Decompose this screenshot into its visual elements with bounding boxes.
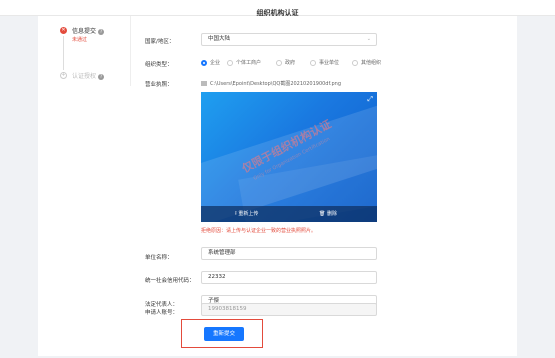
step-status: 未通过 — [72, 37, 88, 43]
applicant-label: 申请人账号： — [145, 310, 179, 316]
reject-reason: 拒绝原因：请上传与认证企业一致的营业执照照片。 — [201, 228, 317, 234]
license-preview: 仅限于组织机构认证 Only for Organization Certific… — [201, 92, 377, 222]
step-label: 信息提交 — [72, 28, 97, 35]
plus-icon: + — [60, 72, 67, 79]
radio-individual[interactable]: 个体工商户 — [227, 59, 261, 66]
applicant-input: 19903818159 — [201, 303, 377, 316]
delete-button[interactable]: 🗑 删除 — [319, 206, 337, 222]
x-mark-icon: ✕ — [60, 27, 67, 34]
file-name[interactable]: C:\Users\Epoint\Desktop\QQ截图20210201900d… — [201, 80, 341, 87]
credit-code-input[interactable]: 22332 — [201, 271, 377, 284]
company-name-input[interactable]: 系统管理部 — [201, 247, 377, 260]
main-card: ✕ 信息提交? 未通过 + 认证授权? 国家/地区： 中国大陆 ⌄ 组织类型： … — [38, 16, 517, 356]
license-label: 营业执照： — [145, 82, 173, 88]
input-value: 19903818159 — [208, 306, 247, 312]
radio-government[interactable]: 政府 — [276, 59, 295, 66]
trash-icon: 🗑 — [319, 211, 327, 217]
radio-label: 事业单位 — [319, 60, 340, 66]
radio-other[interactable]: 其他组织 — [352, 59, 381, 66]
company-name-label: 单位名称： — [145, 255, 173, 261]
radio-circle — [201, 59, 207, 66]
divider — [130, 16, 131, 86]
resubmit-button[interactable]: 重新提交 — [204, 327, 244, 341]
radio-circle — [227, 59, 233, 66]
file-path: C:\Users\Epoint\Desktop\QQ截图20210201900d… — [210, 81, 341, 87]
step-label: 认证授权 — [72, 73, 97, 80]
step-connector — [63, 36, 64, 70]
preview-action-bar: ⭱ 重新上传 🗑 删除 — [201, 206, 377, 222]
radio-circle — [276, 59, 282, 66]
input-value: 22332 — [208, 274, 226, 280]
org-type-label: 组织类型： — [145, 62, 173, 68]
radio-label: 其他组织 — [361, 60, 382, 66]
legal-rep-label: 法定代表人： — [145, 302, 179, 308]
radio-circle — [310, 59, 316, 66]
radio-label: 政府 — [285, 60, 296, 66]
region-label: 国家/地区： — [145, 39, 175, 45]
image-file-icon — [201, 81, 207, 86]
help-icon[interactable]: ? — [98, 73, 105, 80]
radio-label: 个体工商户 — [236, 60, 262, 66]
top-bar: 组织机构认证 — [0, 0, 555, 17]
radio-circle — [352, 59, 358, 66]
region-select[interactable]: 中国大陆 ⌄ — [201, 33, 377, 46]
input-value: 系统管理部 — [208, 250, 236, 256]
chevron-down-icon: ⌄ — [366, 36, 371, 42]
radio-enterprise[interactable]: 企业 — [201, 59, 220, 66]
expand-icon[interactable]: ⤢ — [367, 95, 373, 104]
credit-code-label: 统一社会信用代码： — [145, 278, 195, 284]
help-icon[interactable]: ? — [98, 28, 105, 35]
reupload-button[interactable]: ⭱ 重新上传 — [235, 206, 258, 222]
radio-label: 企业 — [210, 60, 221, 66]
radio-institution[interactable]: 事业单位 — [310, 59, 339, 66]
region-value: 中国大陆 — [208, 36, 231, 42]
